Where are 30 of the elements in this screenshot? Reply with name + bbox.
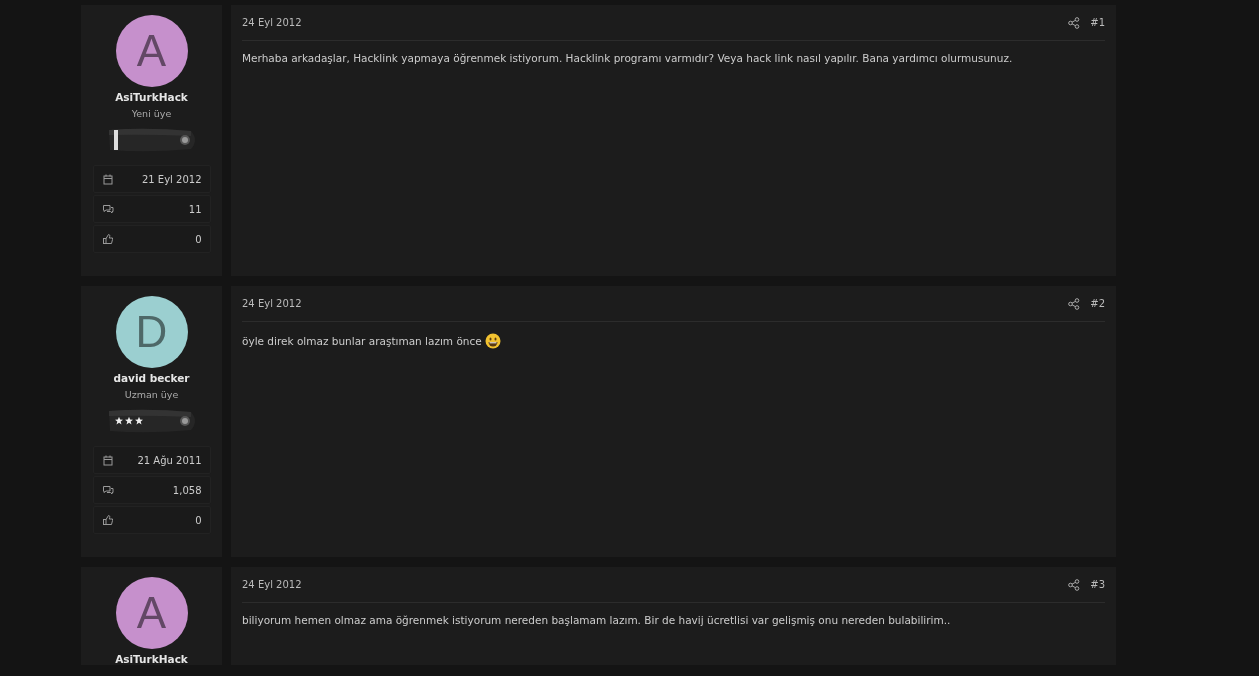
stat-value: 0: [195, 233, 202, 245]
stat-value: 0: [195, 514, 202, 526]
stat-value: 21 Ağu 2011: [137, 454, 202, 466]
share-icon[interactable]: [1068, 578, 1081, 591]
share-icon[interactable]: [1068, 297, 1081, 310]
post-number[interactable]: #1: [1090, 17, 1105, 28]
post-number[interactable]: #3: [1090, 579, 1105, 590]
thumbs-up-icon: [101, 233, 114, 245]
message-text: öyle direk olmaz bunlar araştıman lazım önce: [242, 335, 482, 347]
username[interactable]: david becker: [113, 372, 190, 384]
stat-value: 1,058: [172, 484, 202, 496]
post-number[interactable]: #2: [1090, 298, 1105, 309]
user-title: Yeni üye: [131, 108, 172, 119]
calendar-icon: [101, 173, 114, 185]
stat-value: 11: [188, 203, 202, 215]
calendar-icon: [101, 454, 114, 466]
post-date[interactable]: 24 Eyl 2012: [242, 298, 302, 309]
post-date[interactable]: 24 Eyl 2012: [242, 17, 302, 28]
grinning-emoji-icon: [484, 333, 501, 349]
thumbs-up-icon: [101, 514, 114, 526]
speech-bubbles-icon: [101, 484, 114, 496]
username[interactable]: AsiTurkHack: [115, 91, 188, 103]
post-date[interactable]: 24 Eyl 2012: [242, 579, 302, 590]
share-icon[interactable]: [1068, 16, 1081, 29]
message-text: Merhaba arkadaşlar, Hacklink yapmaya öğrenmek istiyorum. Hacklink programı varmıdır? Veya hack link nasıl yapılır. Bana yardımcı olurmusunuz.: [242, 52, 1013, 64]
username[interactable]: AsiTurkHack: [115, 653, 188, 665]
message-text: biliyorum hemen olmaz ama öğrenmek istiyorum nereden başlamam lazım. Bir de havij ücretlisi var gelişmiş onu nereden bulabilirim..: [242, 614, 951, 626]
speech-bubbles-icon: [101, 203, 114, 215]
user-title: Uzman üye: [124, 389, 179, 400]
stat-value: 21 Eyl 2012: [141, 173, 202, 185]
